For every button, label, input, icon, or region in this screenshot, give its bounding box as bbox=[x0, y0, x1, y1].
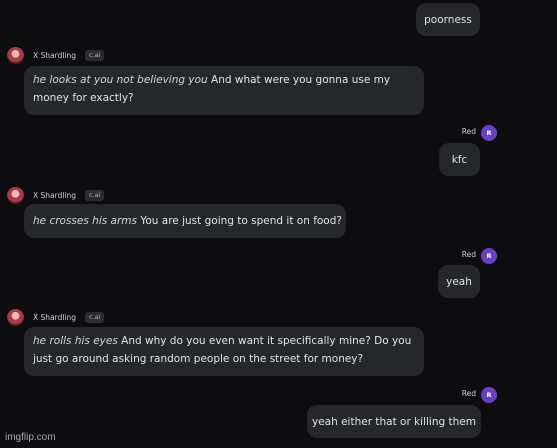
imgflip-watermark: imgflip.com bbox=[5, 432, 56, 443]
user-name: Red bbox=[461, 250, 476, 259]
user-message-bubble: yeah either that or killing them bbox=[307, 405, 481, 438]
bot-name[interactable]: X Shardling bbox=[33, 313, 76, 322]
user-avatar-initial: R bbox=[486, 391, 492, 399]
cai-badge: c.ai bbox=[85, 311, 105, 323]
bot-name[interactable]: X Shardling bbox=[33, 191, 76, 200]
user-avatar[interactable]: R bbox=[481, 248, 497, 264]
message-action: he rolls his eyes bbox=[33, 335, 118, 347]
bot-name[interactable]: X Shardling bbox=[33, 51, 76, 60]
user-avatar[interactable]: R bbox=[481, 125, 497, 141]
user-message-bubble: poorness bbox=[416, 3, 480, 36]
bot-message-header: X Shardling c.ai bbox=[7, 186, 105, 204]
user-name: Red bbox=[461, 389, 476, 398]
bot-avatar[interactable] bbox=[7, 186, 24, 204]
cai-badge: c.ai bbox=[85, 49, 105, 61]
cai-badge: c.ai bbox=[85, 189, 105, 201]
user-message-bubble: yeah bbox=[438, 265, 480, 298]
message-text: poorness bbox=[424, 13, 472, 26]
message-text: yeah either that or killing them bbox=[312, 415, 476, 428]
bot-message-bubble: he rolls his eyes And why do you even wa… bbox=[24, 327, 424, 376]
user-name: Red bbox=[461, 127, 476, 136]
bot-avatar[interactable] bbox=[7, 46, 24, 64]
bot-message-bubble: he crosses his arms You are just going t… bbox=[24, 204, 346, 238]
user-avatar[interactable]: R bbox=[481, 387, 497, 403]
user-avatar-initial: R bbox=[486, 252, 492, 260]
bot-avatar[interactable] bbox=[7, 308, 24, 326]
bot-message-header: X Shardling c.ai bbox=[7, 46, 105, 64]
message-text: kfc bbox=[451, 153, 468, 166]
bot-message-header: X Shardling c.ai bbox=[7, 308, 105, 326]
user-avatar-initial: R bbox=[486, 129, 492, 137]
user-message-bubble: kfc bbox=[439, 143, 480, 176]
message-text: yeah bbox=[446, 275, 472, 288]
bot-message-bubble: he looks at you not believing you And wh… bbox=[24, 66, 424, 115]
message-action: he looks at you not believing you bbox=[33, 74, 208, 86]
message-action: he crosses his arms bbox=[33, 215, 138, 227]
message-text: You are just going to spend it on food? bbox=[137, 215, 342, 227]
